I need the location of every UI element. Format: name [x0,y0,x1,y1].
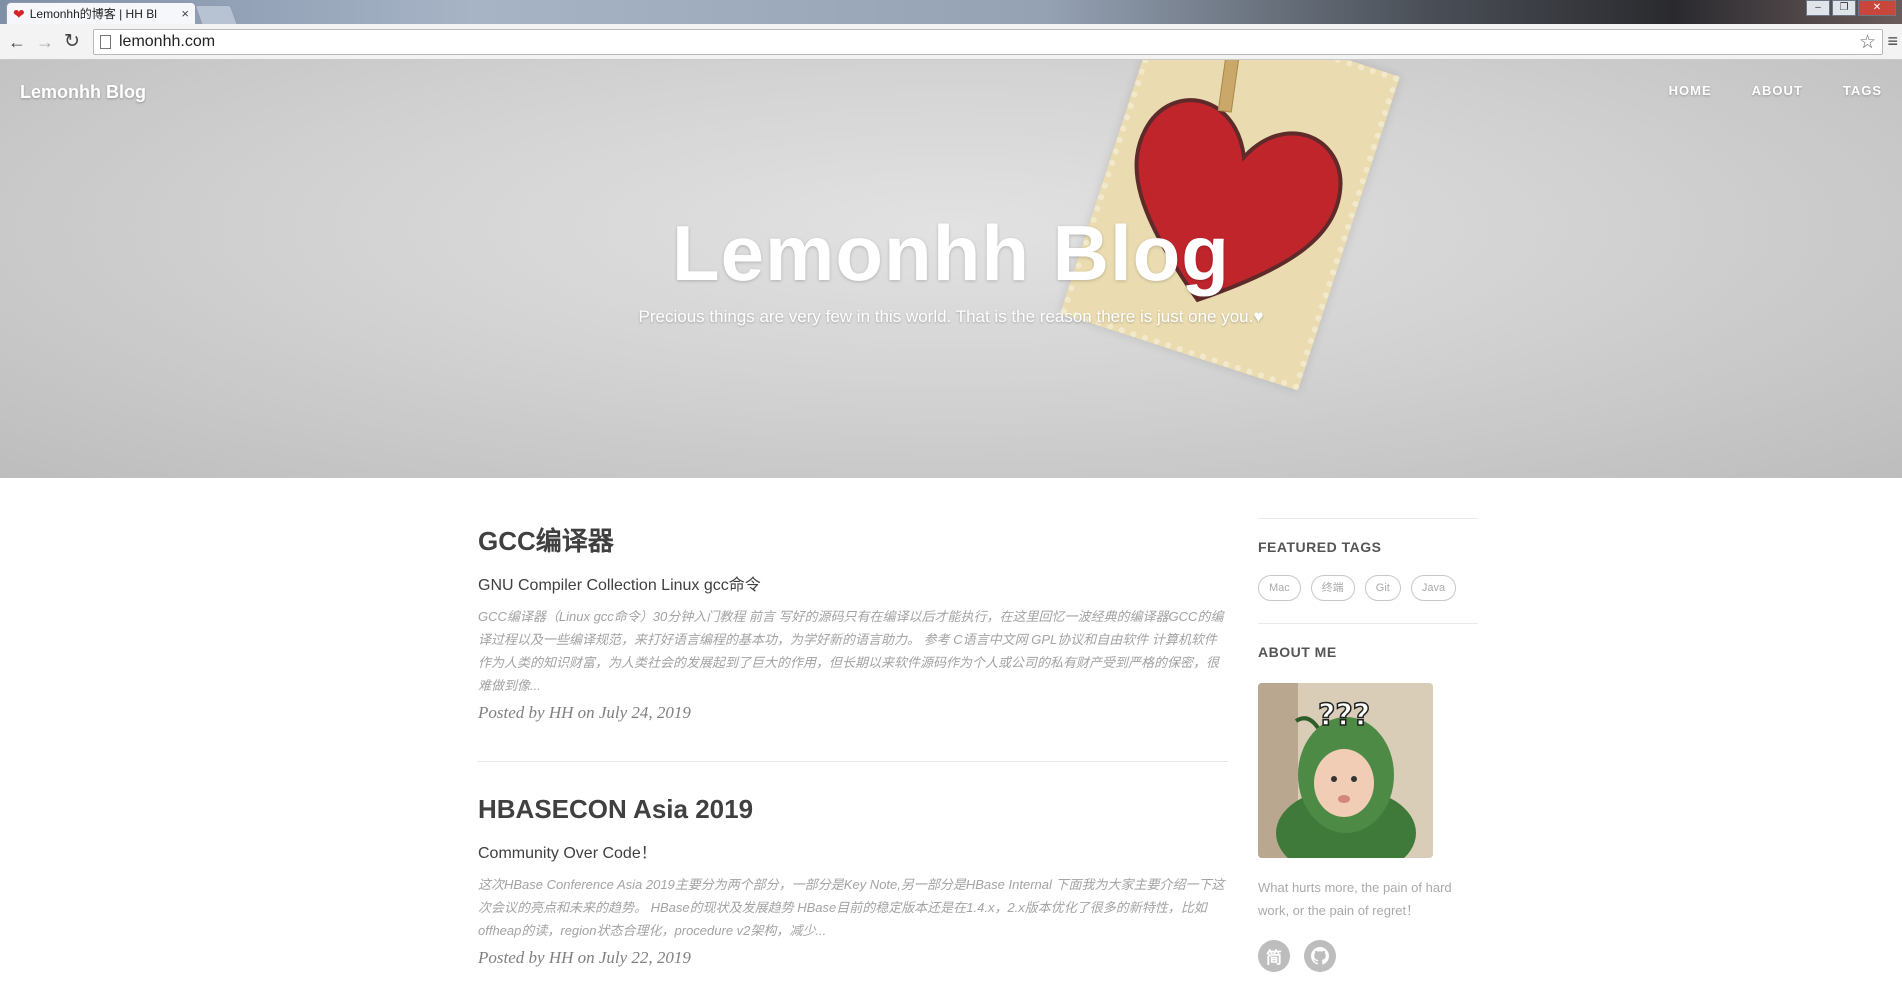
sidebar: FEATURED TAGS Mac 终端 Git Java ABOUT ME ?… [1258,478,1478,972]
post-meta: Posted by HH on July 24, 2019 [478,703,691,723]
close-window-button[interactable]: ✕ [1858,0,1896,16]
post-item[interactable]: HBASECON Asia 2019 Community Over Code！ … [478,762,1228,988]
tag-git[interactable]: Git [1364,575,1401,601]
heart-favicon-icon: ❤ [13,5,25,22]
window-controls: – ❐ ✕ [1806,0,1896,16]
hero-banner: Lemonhh Blog HOME ABOUT TAGS Lemonhh Blo… [0,60,1902,478]
top-nav: HOME ABOUT TAGS [1669,83,1882,98]
browser-toolbar: ← → ↻ lemonhh.com ☆ ≡ [0,24,1902,60]
nav-about[interactable]: ABOUT [1752,83,1803,98]
bookmark-star-icon[interactable]: ☆ [1859,31,1876,54]
tag-java[interactable]: Java [1410,575,1457,601]
nav-home[interactable]: HOME [1669,83,1712,98]
post-excerpt[interactable]: 这次HBase Conference Asia 2019主要分为两个部分，一部分… [478,873,1228,942]
browser-tabstrip: ❤ Lemonhh的博客 | HH Bl × – ❐ ✕ [0,0,1902,24]
restore-button[interactable]: ❐ [1832,0,1856,16]
tag-terminal[interactable]: 终端 [1310,575,1355,601]
address-bar[interactable]: lemonhh.com ☆ [93,29,1883,55]
tag-list: Mac 终端 Git Java [1258,575,1478,601]
minimize-button[interactable]: – [1806,0,1830,16]
post-title[interactable]: GCC编译器 [478,526,1228,557]
forward-arrow-icon[interactable]: → [36,32,54,52]
tab-title: Lemonhh的博客 | HH Bl [29,7,157,21]
avatar-image: ??? [1258,683,1433,858]
post-meta: Posted by HH on July 22, 2019 [478,948,691,968]
page-icon [100,35,111,49]
post-subtitle[interactable]: Community Over Code！ [478,839,1228,863]
featured-tags-heading: FEATURED TAGS [1258,539,1382,555]
tag-mac[interactable]: Mac [1258,575,1301,601]
menu-icon[interactable]: ≡ [1887,32,1898,50]
svg-text:???: ??? [1318,698,1370,733]
nav-tags[interactable]: TAGS [1843,83,1882,98]
hero-subtitle: Precious things are very few in this wor… [638,307,1264,326]
reload-icon[interactable]: ↻ [64,32,80,52]
hero-title: Lemonhh Blog [672,209,1230,297]
github-icon[interactable] [1304,940,1336,972]
jianshu-icon[interactable]: 简 [1258,940,1290,972]
about-text: What hurts more, the pain of hard work, … [1258,880,1452,918]
new-tab-button[interactable] [194,5,238,24]
post-title[interactable]: HBASECON Asia 2019 [478,794,1228,825]
post-excerpt[interactable]: GCC编译器（Linux gcc命令）30分钟入门教程 前言 写好的源码只有在编… [478,605,1228,697]
sidebar-divider [1258,518,1478,519]
back-arrow-icon[interactable]: ← [8,32,26,52]
avatar: ??? [1258,683,1433,858]
site-brand[interactable]: Lemonhh Blog [20,82,146,103]
about-heading: ABOUT ME [1258,644,1337,660]
post-list: GCC编译器 GNU Compiler Collection Linux gcc… [478,478,1228,988]
tab-close-icon[interactable]: × [181,6,189,21]
browser-tab[interactable]: ❤ Lemonhh的博客 | HH Bl × [6,2,196,24]
post-subtitle[interactable]: GNU Compiler Collection Linux gcc命令 [478,571,1228,595]
address-url: lemonhh.com [119,33,216,50]
sidebar-divider [1258,623,1478,624]
social-links: 简 [1258,940,1478,972]
post-item[interactable]: GCC编译器 GNU Compiler Collection Linux gcc… [478,478,1228,763]
